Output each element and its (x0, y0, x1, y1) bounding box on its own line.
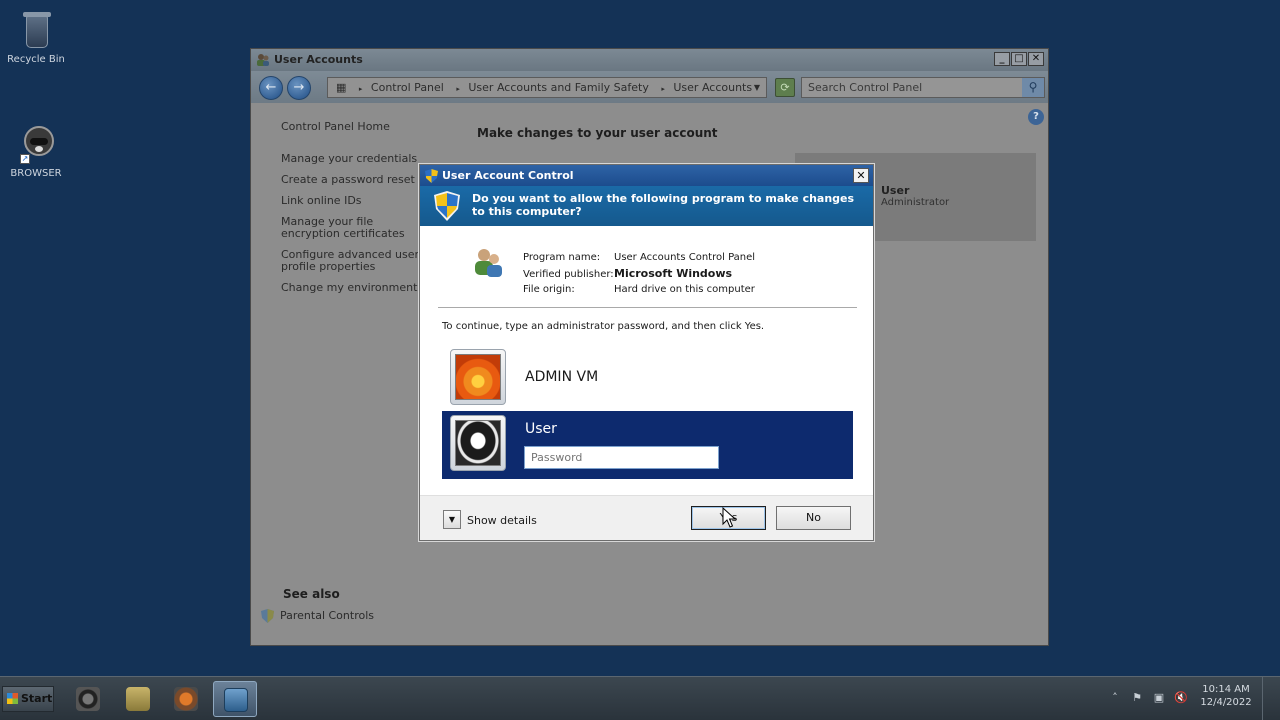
shield-icon (261, 609, 274, 623)
program-name-value: User Accounts Control Panel (614, 252, 756, 263)
no-button[interactable]: No (776, 506, 851, 530)
shield-icon (434, 191, 460, 221)
chevron-down-icon: ▼ (448, 515, 456, 524)
volume-muted-icon[interactable]: 🔇 (1173, 690, 1189, 706)
uac-instruction: To continue, type an administrator passw… (442, 321, 765, 332)
forward-button[interactable]: → (287, 76, 311, 100)
address-bar[interactable]: ▦ ▸ Control Panel ▸ User Accounts and Fa… (327, 77, 767, 98)
account-tile-user[interactable]: User (442, 411, 853, 479)
account-name: User (525, 421, 557, 437)
uac-question: Do you want to allow the following progr… (472, 192, 855, 218)
origin-label: File origin: (523, 284, 575, 295)
publisher-row: Verified publisher:Microsoft Windows (523, 267, 732, 280)
account-name: ADMIN VM (525, 369, 599, 385)
link-parental-controls[interactable]: Parental Controls (261, 609, 374, 623)
uac-titlebar[interactable]: User Account Control ✕ (420, 165, 873, 186)
media-player-icon (174, 687, 198, 711)
taskbar: Start ˄ ⚑ ▣ 🔇 10:14 AM 12/4/2022 (0, 676, 1280, 720)
windows-logo-icon (7, 693, 18, 704)
avatar (450, 349, 506, 405)
chevron-down-icon[interactable]: ▼ (754, 78, 760, 97)
show-details-label[interactable]: Show details (467, 514, 537, 527)
search-input[interactable]: Search Control Panel ⚲ (801, 77, 1045, 98)
user-name: User (881, 184, 910, 197)
origin-row: File origin: Hard drive on this computer (523, 284, 755, 295)
control-panel-icon (224, 688, 248, 712)
task-pane: Control Panel Home Manage your credentia… (281, 121, 426, 303)
program-name-label: Program name: (523, 252, 601, 263)
uac-title: User Account Control (442, 169, 574, 182)
avatar (450, 415, 506, 471)
link-advanced-profile[interactable]: Configure advanced user profile properti… (281, 249, 426, 273)
show-hidden-icons-icon[interactable]: ˄ (1107, 690, 1123, 706)
taskbar-app-media-player[interactable] (164, 681, 208, 717)
uac-footer: ▼ Show details Yes No (420, 495, 873, 540)
clock-date: 12/4/2022 (1200, 697, 1252, 708)
minimize-button[interactable]: _ (994, 52, 1010, 66)
publisher-label: Verified publisher: (523, 269, 614, 280)
close-button[interactable]: ✕ (1028, 52, 1044, 66)
close-button[interactable]: ✕ (853, 168, 869, 183)
breadcrumb-item[interactable]: User Accounts and Family Safety (468, 81, 648, 94)
window-title: User Accounts (274, 53, 363, 66)
back-button[interactable]: ← (259, 76, 283, 100)
start-label: Start (21, 692, 53, 705)
link-password-reset-disk[interactable]: Create a password reset disk (281, 174, 426, 186)
action-center-flag-icon[interactable]: ⚑ (1129, 690, 1145, 706)
network-icon[interactable]: ▣ (1151, 690, 1167, 706)
user-role: Administrator (881, 197, 950, 208)
users-icon (257, 54, 269, 66)
link-label: Parental Controls (280, 609, 374, 622)
clock-time: 10:14 AM (1202, 684, 1250, 695)
uac-dialog: User Account Control ✕ Do you want to al… (419, 164, 874, 541)
breadcrumb-item[interactable]: User Accounts (673, 81, 752, 94)
divider (438, 307, 857, 308)
raccoon-browser-icon: ↗ (16, 122, 56, 166)
user-accounts-icon (475, 249, 502, 277)
program-info: Program name: User Accounts Control Panel… (420, 226, 875, 306)
maximize-button[interactable]: □ (1011, 52, 1027, 66)
page-title: Make changes to your user account (477, 126, 718, 140)
desktop-icon-browser[interactable]: ↗ BROWSER (0, 122, 72, 179)
uac-shield-icon (425, 169, 438, 183)
taskbar-app-control-panel[interactable] (213, 681, 257, 717)
link-control-panel-home[interactable]: Control Panel Home (281, 121, 426, 133)
window-titlebar[interactable]: User Accounts _ □ ✕ (251, 49, 1048, 71)
control-panel-icon: ▦ (336, 81, 347, 94)
search-icon[interactable]: ⚲ (1022, 78, 1044, 97)
start-button[interactable]: Start (2, 686, 54, 712)
show-details-button[interactable]: ▼ (443, 510, 461, 529)
taskbar-app-browser[interactable] (66, 681, 110, 717)
link-file-encryption[interactable]: Manage your file encryption certificates (281, 216, 426, 240)
publisher-value: Microsoft Windows (614, 267, 733, 280)
mouse-cursor-icon (722, 507, 736, 528)
breadcrumb-item[interactable]: Control Panel (371, 81, 444, 94)
link-manage-credentials[interactable]: Manage your credentials (281, 153, 426, 165)
link-online-ids[interactable]: Link online IDs (281, 195, 426, 207)
link-environment-variables[interactable]: Change my environment variables (281, 282, 426, 294)
search-placeholder: Search Control Panel (808, 81, 923, 94)
password-field[interactable] (524, 446, 719, 469)
program-name-row: Program name: User Accounts Control Panel (523, 252, 755, 263)
desktop-icon-label: Recycle Bin (7, 54, 65, 65)
taskbar-app-explorer[interactable] (116, 681, 160, 717)
navigation-bar: ← → ▦ ▸ Control Panel ▸ User Accounts an… (251, 71, 1048, 103)
desktop-icon-recycle-bin[interactable]: Recycle Bin (0, 8, 72, 65)
refresh-button[interactable]: ⟳ (775, 78, 795, 97)
help-icon[interactable]: ? (1028, 109, 1044, 125)
account-tile-admin[interactable]: ADMIN VM (442, 345, 853, 413)
folder-icon (126, 687, 150, 711)
see-also-title: See also (283, 587, 340, 601)
system-tray: ˄ ⚑ ▣ 🔇 (1107, 690, 1189, 706)
raccoon-browser-icon (76, 687, 100, 711)
uac-banner: Do you want to allow the following progr… (420, 186, 873, 226)
clock[interactable]: 10:14 AM 12/4/2022 (1196, 683, 1256, 709)
recycle-bin-icon (16, 8, 56, 52)
origin-value: Hard drive on this computer (614, 284, 755, 295)
show-desktop-button[interactable] (1262, 677, 1280, 720)
desktop-icon-label: BROWSER (10, 168, 62, 179)
